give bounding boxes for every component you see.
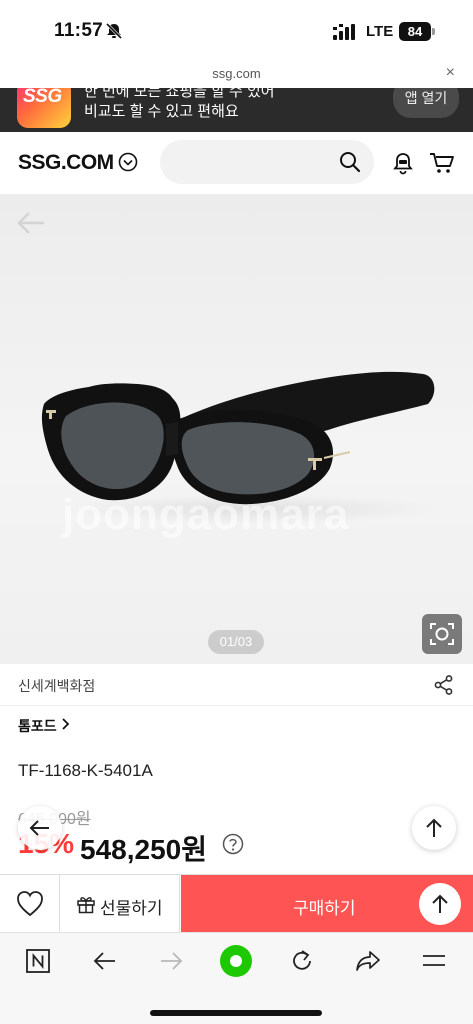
buy-scroll-top-button[interactable] — [419, 883, 461, 925]
banner-text-line2: 비교도 할 수 있고 편해요 — [84, 103, 239, 120]
purchase-action-bar: 선물하기 구매하기 — [0, 874, 473, 933]
browser-toolbar — [0, 932, 473, 1024]
arrow-up-icon — [432, 894, 448, 913]
home-indicator — [150, 1010, 322, 1016]
forward-arrow-icon[interactable] — [157, 947, 185, 975]
arrow-up-icon — [426, 818, 442, 837]
ssg-app-logo-text: SSG — [23, 88, 62, 107]
signal-icon — [333, 24, 355, 40]
menu-icon[interactable] — [420, 947, 448, 975]
back-arrow-icon[interactable] — [16, 210, 46, 236]
notification-bell-icon[interactable] — [391, 151, 415, 175]
buy-button-label: 구매하기 — [293, 899, 356, 918]
site-logo[interactable]: SSG.COM — [18, 151, 114, 175]
chevron-right-icon[interactable] — [60, 717, 72, 731]
zoom-button[interactable] — [422, 614, 462, 654]
close-icon[interactable]: × — [446, 64, 455, 82]
heart-icon — [17, 891, 43, 917]
cart-icon[interactable] — [429, 151, 455, 175]
status-bar: 11:57 LTE 84 — [0, 0, 473, 60]
search-icon[interactable] — [338, 150, 362, 174]
floating-back-button[interactable] — [18, 806, 62, 850]
battery-icon: 84 — [399, 22, 435, 41]
back-arrow-icon[interactable] — [91, 947, 119, 975]
scroll-to-top-button[interactable] — [412, 806, 456, 850]
seller-row: 신세계백화점 — [0, 664, 473, 706]
buy-button[interactable]: 구매하기 — [181, 875, 473, 933]
gift-button-label: 선물하기 — [100, 899, 163, 918]
battery-level: 84 — [399, 22, 431, 41]
url-text: ssg.com — [212, 66, 261, 81]
gift-icon — [77, 897, 95, 914]
brand-link[interactable]: 톰포드 — [18, 716, 57, 736]
wishlist-button[interactable] — [0, 875, 60, 933]
chevron-down-icon[interactable] — [118, 152, 138, 172]
sale-price: 548,250원 — [80, 834, 207, 865]
image-watermark: joongaomara — [62, 490, 350, 539]
gift-button[interactable]: 선물하기 — [60, 875, 180, 933]
share-icon[interactable] — [433, 674, 455, 696]
naver-n-icon[interactable] — [24, 947, 52, 975]
ssg-app-logo: SSG — [17, 88, 71, 128]
network-type: LTE — [366, 23, 394, 40]
help-icon[interactable] — [222, 833, 244, 855]
green-dot-icon[interactable] — [219, 944, 253, 978]
open-app-button[interactable]: 앱 열기 — [393, 88, 459, 118]
search-input[interactable] — [160, 140, 374, 184]
product-title: TF-1168-K-5401A — [18, 761, 153, 780]
bell-off-icon — [105, 22, 123, 40]
seller-name[interactable]: 신세계백화점 — [18, 676, 95, 696]
app-install-banner: SSG 한 번에 모든 쇼핑을 할 수 있어 비교도 할 수 있고 편해요 앱 … — [0, 88, 473, 132]
status-time: 11:57 — [54, 20, 104, 41]
site-header: SSG.COM — [0, 132, 473, 194]
image-counter: 01/03 — [208, 630, 264, 654]
product-image-gallery[interactable]: joongaomara 01/03 — [0, 194, 473, 664]
reload-icon[interactable] — [288, 947, 316, 975]
browser-url-bar[interactable]: ssg.com × — [0, 60, 473, 88]
camera-zoom-icon — [430, 623, 454, 645]
share-arrow-icon[interactable] — [354, 947, 382, 975]
back-arrow-icon — [29, 820, 49, 836]
